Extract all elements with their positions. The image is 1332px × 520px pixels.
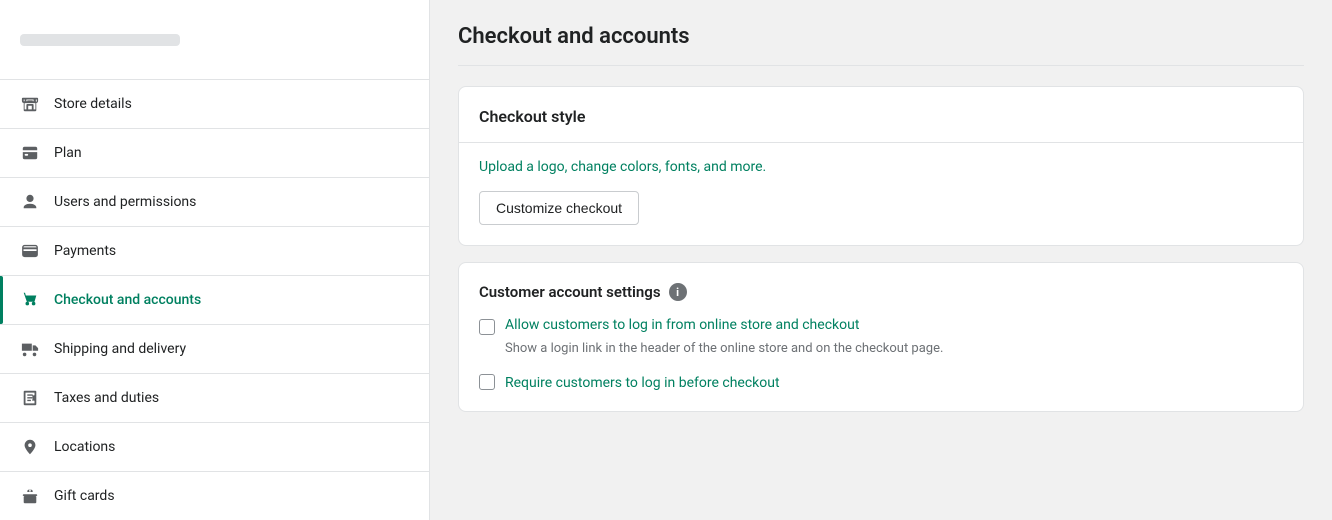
checkbox-row-login: Allow customers to log in from online st… xyxy=(479,317,1283,356)
payments-icon xyxy=(20,241,40,261)
sidebar: Store details Plan Users and permissions… xyxy=(0,0,430,520)
sidebar-item-taxes-duties[interactable]: Taxes and duties xyxy=(0,374,429,423)
sidebar-item-users-permissions[interactable]: Users and permissions xyxy=(0,178,429,227)
allow-login-label[interactable]: Allow customers to log in from online st… xyxy=(505,317,943,333)
checkout-style-title: Checkout style xyxy=(479,107,1283,126)
store-icon xyxy=(20,94,40,114)
sidebar-top xyxy=(0,0,429,80)
user-icon xyxy=(20,192,40,212)
info-icon[interactable]: i xyxy=(669,283,687,301)
sidebar-item-label: Users and permissions xyxy=(54,194,196,210)
sidebar-item-locations[interactable]: Locations xyxy=(0,423,429,472)
require-login-checkbox[interactable] xyxy=(479,374,495,390)
sidebar-item-label: Payments xyxy=(54,243,116,259)
require-login-label[interactable]: Require customers to log in before check… xyxy=(505,375,780,391)
location-icon xyxy=(20,437,40,457)
allow-login-sublabel: Show a login link in the header of the o… xyxy=(505,341,943,356)
upload-link[interactable]: Upload a logo, change colors, fonts, and… xyxy=(479,159,1283,175)
checkout-style-card: Checkout style Upload a logo, change col… xyxy=(458,86,1304,246)
sidebar-top-placeholder xyxy=(20,34,180,46)
sidebar-item-label: Locations xyxy=(54,439,115,455)
sidebar-item-label: Shipping and delivery xyxy=(54,341,186,357)
shipping-icon xyxy=(20,339,40,359)
allow-login-checkbox[interactable] xyxy=(479,319,495,335)
sidebar-item-payments[interactable]: Payments xyxy=(0,227,429,276)
sidebar-item-label: Store details xyxy=(54,96,132,112)
checkbox-row-require-login: Require customers to log in before check… xyxy=(479,372,1283,391)
checkbox-content-login: Allow customers to log in from online st… xyxy=(505,317,943,356)
sidebar-item-label: Gift cards xyxy=(54,488,115,504)
customer-account-settings-title: Customer account settings xyxy=(479,283,661,301)
sidebar-item-label: Plan xyxy=(54,145,82,161)
main-content: Checkout and accounts Checkout style Upl… xyxy=(430,0,1332,520)
customize-checkout-button[interactable]: Customize checkout xyxy=(479,191,639,225)
taxes-icon xyxy=(20,388,40,408)
sidebar-item-shipping-delivery[interactable]: Shipping and delivery xyxy=(0,325,429,374)
sidebar-item-label: Checkout and accounts xyxy=(54,292,201,308)
cart-icon xyxy=(20,290,40,310)
checkbox-content-require-login: Require customers to log in before check… xyxy=(505,372,780,391)
customer-account-settings-card: Customer account settings i Allow custom… xyxy=(458,262,1304,412)
section-heading: Customer account settings i xyxy=(479,283,1283,301)
sidebar-item-label: Taxes and duties xyxy=(54,390,159,406)
sidebar-item-checkout-accounts[interactable]: Checkout and accounts xyxy=(0,276,429,325)
sidebar-item-store-details[interactable]: Store details xyxy=(0,80,429,129)
sidebar-item-plan[interactable]: Plan xyxy=(0,129,429,178)
sidebar-item-gift-cards[interactable]: Gift cards xyxy=(0,472,429,520)
plan-icon xyxy=(20,143,40,163)
page-divider xyxy=(458,65,1304,66)
page-title: Checkout and accounts xyxy=(458,24,1304,49)
gift-icon xyxy=(20,486,40,506)
card-divider xyxy=(459,142,1303,143)
